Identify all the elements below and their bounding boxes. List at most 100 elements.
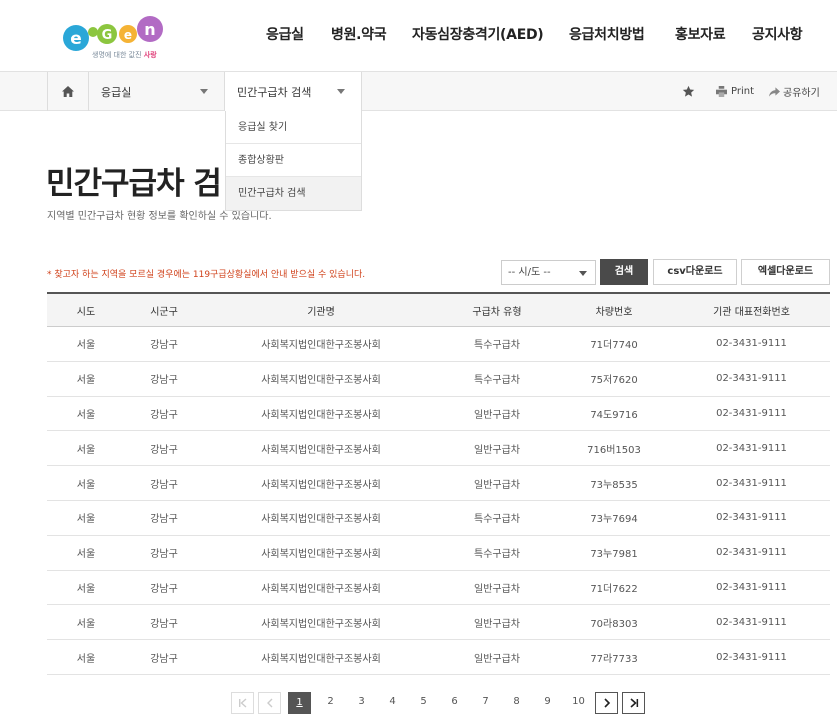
csv-download-button[interactable]: csv다운로드 [653, 259, 737, 285]
cell-sido: 서울 [76, 583, 96, 595]
cell-agency: 사회복지법인대한구조봉사회 [261, 444, 381, 456]
home-button[interactable] [47, 72, 89, 111]
cell-sido: 서울 [76, 375, 96, 387]
nav-aed[interactable]: 자동심장충격기(AED) [412, 24, 544, 44]
cell-agency: 사회복지법인대한구조봉사회 [261, 583, 381, 595]
cell-type: 일반구급차 [474, 444, 520, 456]
share-label: 공유하기 [783, 88, 820, 99]
page-link[interactable]: 7 [474, 692, 497, 714]
logo-tagline-prefix: 생명에 대한 값진 [92, 51, 142, 59]
cell-plate: 70라8303 [590, 618, 638, 630]
home-icon [62, 86, 74, 97]
cell-phone: 02-3431-9111 [716, 512, 787, 524]
share-button[interactable]: 공유하기 [769, 72, 820, 111]
cell-sigungu: 강남구 [150, 409, 178, 421]
site-header: e G e n 생명에 대한 값진 사랑 응급실 병원.약국 자동심장충격기(A… [0, 0, 837, 71]
column-header-sido: 시도 [76, 306, 96, 318]
first-page-button[interactable] [231, 692, 254, 714]
first-page-icon [238, 698, 246, 708]
cell-plate: 71더7622 [590, 583, 638, 595]
cell-type: 일반구급차 [474, 583, 520, 595]
print-label: Print [731, 86, 755, 97]
table-row: 서울 강남구 사회복지법인대한구조봉사회 특수구급차 73누7981 02-3431-91… [47, 536, 830, 571]
cell-agency: 사회복지법인대한구조봉사회 [261, 375, 381, 387]
chevron-down-icon [579, 271, 587, 276]
table-row: 서울 강남구 사회복지법인대한구조봉사회 특수구급차 73누7694 02-3431-91… [47, 501, 830, 536]
table-row: 서울 강남구 사회복지법인대한구조봉사회 일반구급차 70라8303 02-3431-91… [47, 605, 830, 641]
share-icon [769, 86, 780, 97]
cell-agency: 사회복지법인대한구조봉사회 [261, 549, 381, 561]
dropdown-item-ambulance-search[interactable]: 민간구급차 검색 [226, 177, 361, 210]
bookmark-button[interactable] [682, 72, 695, 111]
breadcrumb-depth1-label: 응급실 [101, 86, 132, 99]
excel-download-button[interactable]: 엑셀다운로드 [741, 259, 830, 285]
logo-tagline-highlight: 사랑 [143, 51, 157, 59]
cell-phone: 02-3431-9111 [716, 651, 787, 663]
next-page-button[interactable] [595, 692, 618, 714]
search-button[interactable]: 검색 [600, 259, 648, 285]
chevron-down-icon [337, 89, 345, 94]
table-row: 서울 강남구 사회복지법인대한구조봉사회 특수구급차 75저7620 02-3431-91… [47, 362, 830, 397]
breadcrumb-depth1-select[interactable]: 응급실 [89, 72, 225, 111]
cell-plate: 75저7620 [590, 375, 638, 387]
page-link[interactable]: 5 [412, 692, 435, 714]
nav-notice[interactable]: 공지사항 [752, 24, 803, 44]
cell-phone: 02-3431-9111 [716, 407, 787, 419]
column-header-plate: 차량번호 [595, 306, 633, 318]
page-link[interactable]: 8 [505, 692, 528, 714]
cell-plate: 716버1503 [587, 444, 641, 456]
cell-sigungu: 강남구 [150, 618, 178, 630]
nav-hospital-pharmacy[interactable]: 병원.약국 [331, 24, 387, 44]
cell-sigungu: 강남구 [150, 340, 178, 352]
cell-phone: 02-3431-9111 [716, 373, 787, 385]
cell-agency: 사회복지법인대한구조봉사회 [261, 409, 381, 421]
print-button[interactable]: Print [716, 72, 754, 111]
page-title: 민간구급차 검 [46, 166, 222, 202]
cell-plate: 73누7981 [590, 549, 638, 561]
cell-sido: 서울 [76, 409, 96, 421]
page-link[interactable]: 1 [288, 692, 311, 714]
table-row: 서울 강남구 사회복지법인대한구조봉사회 일반구급차 74도9716 02-3431-91… [47, 397, 830, 432]
region-select[interactable]: -- 시/도 -- [501, 260, 596, 285]
cell-plate: 73누8535 [590, 479, 638, 491]
location-bar: 응급실 민간구급차 검색 Print 공유하기 [0, 71, 837, 111]
dropdown-item-status-board[interactable]: 종합상황판 [226, 144, 361, 177]
page-link[interactable]: 3 [350, 692, 373, 714]
cell-type: 특수구급차 [474, 549, 520, 561]
table-body: 서울 강남구 사회복지법인대한구조봉사회 특수구급차 71더7740 02-3431-91… [47, 327, 830, 675]
cell-sido: 서울 [76, 444, 96, 456]
cell-type: 특수구급차 [474, 375, 520, 387]
table-row: 서울 강남구 사회복지법인대한구조봉사회 일반구급차 73누8535 02-3431-91… [47, 466, 830, 501]
nav-promotion[interactable]: 홍보자료 [675, 24, 726, 44]
logo-tagline: 생명에 대한 값진 사랑 [92, 50, 157, 60]
cell-agency: 사회복지법인대한구조봉사회 [261, 618, 381, 630]
search-notice: * 찾고자 하는 지역을 모르실 경우에는 119구급상황실에서 안내 받으실 … [47, 270, 366, 280]
last-page-button[interactable] [622, 692, 645, 714]
page-link[interactable]: 6 [443, 692, 466, 714]
page-link[interactable]: 4 [381, 692, 404, 714]
page-link[interactable]: 2 [319, 692, 342, 714]
breadcrumb-depth2-select[interactable]: 민간구급차 검색 [225, 72, 362, 111]
last-page-icon [629, 698, 638, 708]
cell-phone: 02-3431-9111 [716, 581, 787, 593]
cell-sido: 서울 [76, 653, 96, 665]
breadcrumb-dropdown-menu: 응급실 찾기 종합상황판 민간구급차 검색 [225, 111, 362, 211]
region-select-value: -- 시/도 -- [508, 267, 551, 278]
table-header: 시도 시군구 기관명 구급차 유형 차량번호 기관 대표전화번호 [47, 292, 830, 327]
nav-emergency-room[interactable]: 응급실 [266, 24, 304, 44]
cell-agency: 사회복지법인대한구조봉사회 [261, 514, 381, 526]
table-row: 서울 강남구 사회복지법인대한구조봉사회 일반구급차 716버1503 02-3431-9… [47, 431, 830, 467]
column-header-type: 구급차 유형 [472, 306, 522, 318]
cell-sigungu: 강남구 [150, 549, 178, 561]
page-link[interactable]: 10 [567, 692, 590, 714]
cell-type: 특수구급차 [474, 514, 520, 526]
column-header-sigungu: 시군구 [150, 306, 178, 318]
cell-sigungu: 강남구 [150, 375, 178, 387]
cell-type: 특수구급차 [474, 340, 520, 352]
table-row: 서울 강남구 사회복지법인대한구조봉사회 일반구급차 77라7733 02-3431-91… [47, 640, 830, 675]
page-link[interactable]: 9 [536, 692, 559, 714]
dropdown-item-er-search[interactable]: 응급실 찾기 [226, 111, 361, 144]
prev-page-button[interactable] [258, 692, 281, 714]
main-navigation: 응급실 병원.약국 자동심장충격기(AED) 응급처치방법 홍보자료 공지사항 [0, 24, 837, 46]
nav-first-aid[interactable]: 응급처치방법 [569, 24, 645, 44]
